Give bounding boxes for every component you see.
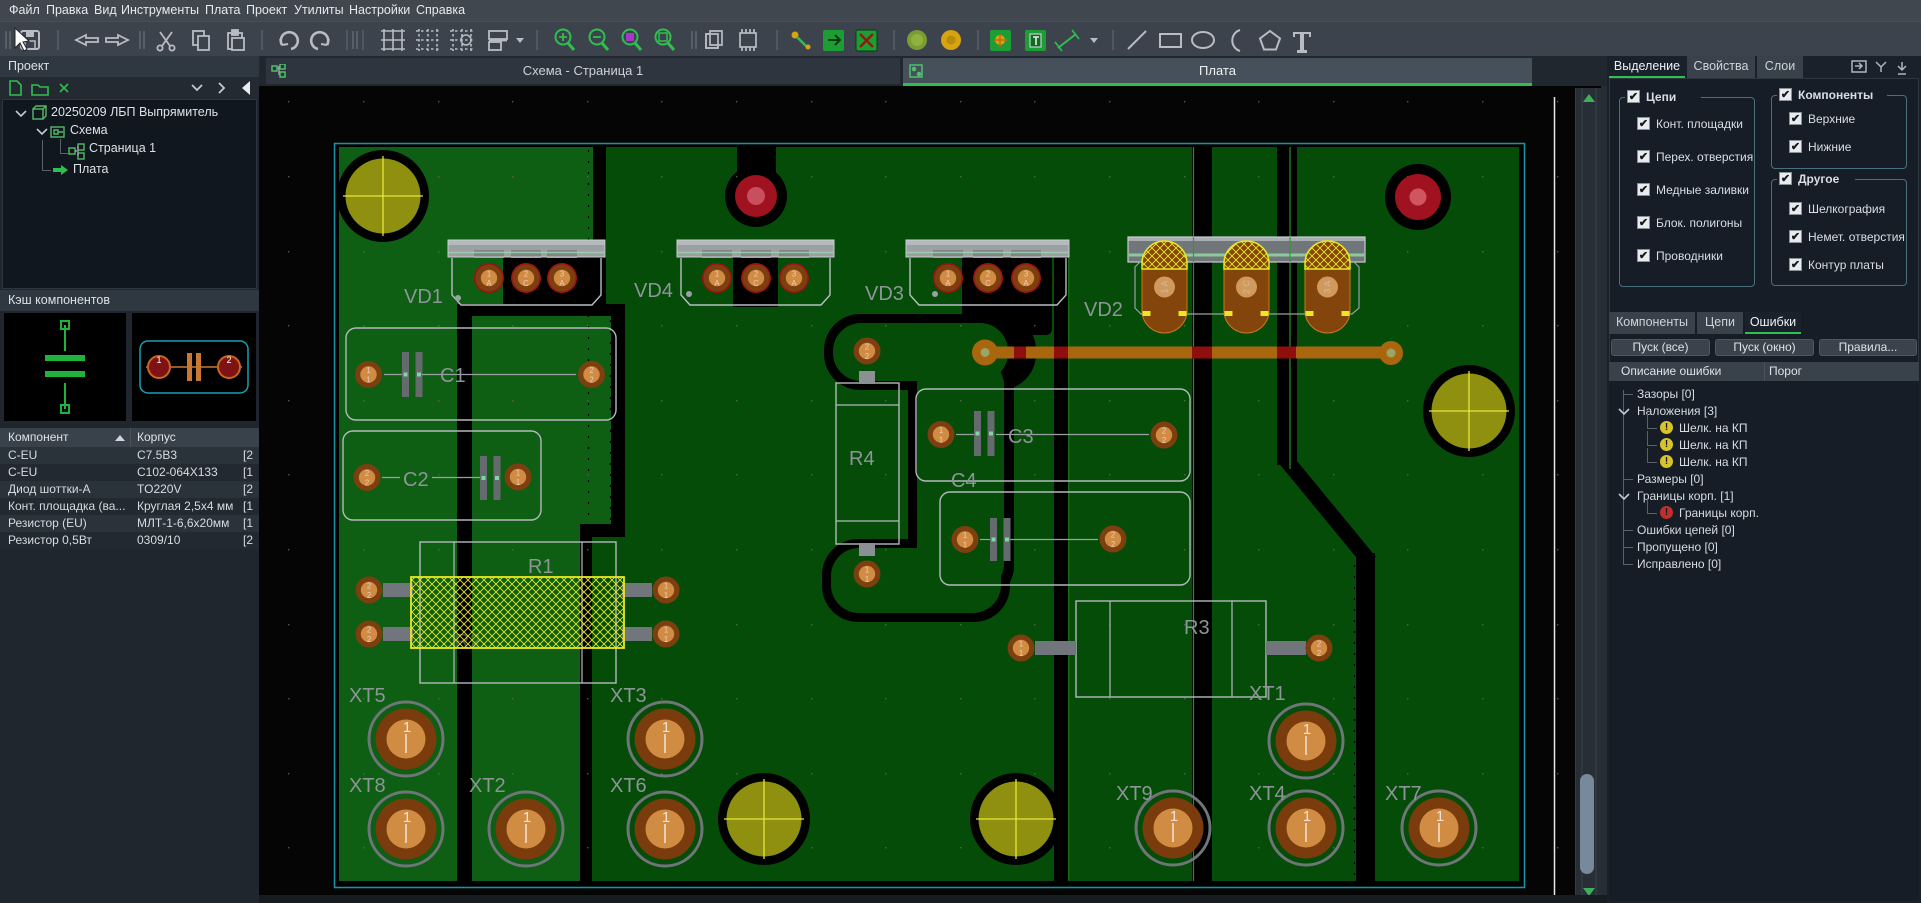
svg-text:VD1: VD1	[404, 286, 443, 308]
svg-text:XT9: XT9	[1116, 783, 1153, 805]
svg-text:2: 2	[1317, 649, 1321, 658]
svg-text:2: 2	[365, 479, 369, 488]
svg-text:1: 1	[366, 366, 370, 375]
svg-text:1: 1	[523, 809, 531, 826]
svg-text:1: 1	[664, 635, 668, 644]
svg-text:R4: R4	[849, 448, 875, 470]
svg-text:C: C	[753, 279, 759, 288]
svg-text:1: 1	[946, 270, 950, 279]
svg-text:2: 2	[754, 270, 758, 279]
svg-text:C: C	[985, 279, 991, 288]
svg-text:XT5: XT5	[349, 685, 386, 707]
svg-text:1: 1	[366, 376, 370, 385]
svg-text:3: 3	[560, 270, 564, 279]
svg-text:2: 2	[524, 270, 528, 279]
svg-text:2: 2	[226, 355, 231, 365]
svg-text:2 C: 2 C	[1242, 280, 1252, 295]
svg-text:1: 1	[662, 809, 670, 826]
svg-text:2: 2	[589, 366, 593, 375]
svg-text:1: 1	[715, 270, 719, 279]
svg-text:1: 1	[516, 478, 520, 487]
svg-text:2: 2	[1162, 436, 1166, 445]
svg-text:1: 1	[865, 575, 869, 584]
svg-text:A: A	[945, 279, 951, 288]
svg-text:1: 1	[939, 426, 943, 435]
svg-text:C1: C1	[440, 365, 466, 387]
svg-text:VD3: VD3	[865, 283, 904, 305]
svg-text:3: 3	[1024, 270, 1028, 279]
svg-text:1: 1	[487, 270, 491, 279]
svg-text:XT4: XT4	[1249, 783, 1286, 805]
svg-text:2: 2	[367, 635, 371, 644]
svg-text:1: 1	[1019, 640, 1023, 649]
svg-text:2: 2	[1162, 427, 1166, 436]
svg-text:VD2: VD2	[1084, 299, 1123, 321]
svg-text:XT2: XT2	[469, 775, 506, 797]
svg-text:2: 2	[365, 469, 369, 478]
svg-text:1: 1	[865, 566, 869, 575]
svg-text:1: 1	[662, 719, 670, 736]
svg-text:2: 2	[986, 270, 990, 279]
svg-text:1: 1	[664, 591, 668, 600]
svg-text:C: C	[523, 279, 529, 288]
svg-text:1: 1	[963, 541, 967, 550]
svg-text:1: 1	[516, 469, 520, 478]
svg-text:2: 2	[589, 376, 593, 385]
svg-text:1: 1	[156, 355, 161, 365]
svg-text:C4: C4	[951, 470, 977, 492]
svg-text:3: 3	[792, 270, 796, 279]
svg-text:1: 1	[939, 436, 943, 445]
svg-text:XT3: XT3	[610, 685, 647, 707]
svg-text:XT6: XT6	[610, 775, 647, 797]
svg-text:A: A	[714, 279, 720, 288]
svg-text:R3: R3	[1184, 617, 1210, 639]
svg-text:2: 2	[367, 626, 371, 635]
svg-text:2: 2	[367, 591, 371, 600]
svg-text:1 A: 1 A	[1160, 280, 1170, 293]
svg-text:A: A	[559, 279, 565, 288]
svg-text:XT8: XT8	[349, 775, 386, 797]
svg-text:XT1: XT1	[1249, 683, 1286, 705]
svg-text:A: A	[791, 279, 797, 288]
svg-text:1: 1	[664, 582, 668, 591]
svg-text:1: 1	[1170, 808, 1178, 825]
svg-text:1: 1	[1436, 808, 1444, 825]
svg-text:A: A	[1023, 279, 1029, 288]
svg-text:1: 1	[664, 626, 668, 635]
svg-text:1: 1	[1303, 808, 1311, 825]
svg-text:1: 1	[963, 531, 967, 540]
svg-text:3 A: 3 A	[1323, 280, 1333, 293]
svg-text:2: 2	[367, 582, 371, 591]
svg-text:2: 2	[1111, 531, 1115, 540]
svg-text:2: 2	[865, 352, 869, 361]
svg-text:1: 1	[403, 719, 411, 736]
svg-text:1: 1	[1303, 721, 1311, 738]
svg-text:VD4: VD4	[634, 280, 673, 302]
svg-text:C3: C3	[1008, 426, 1034, 448]
svg-text:1: 1	[1019, 649, 1023, 658]
svg-text:XT7: XT7	[1385, 783, 1422, 805]
svg-text:2: 2	[1317, 640, 1321, 649]
svg-text:2: 2	[865, 343, 869, 352]
svg-text:2: 2	[1111, 540, 1115, 549]
svg-text:1: 1	[403, 809, 411, 826]
svg-text:A: A	[486, 279, 492, 288]
svg-text:R1: R1	[528, 556, 554, 578]
svg-text:C2: C2	[403, 469, 429, 491]
